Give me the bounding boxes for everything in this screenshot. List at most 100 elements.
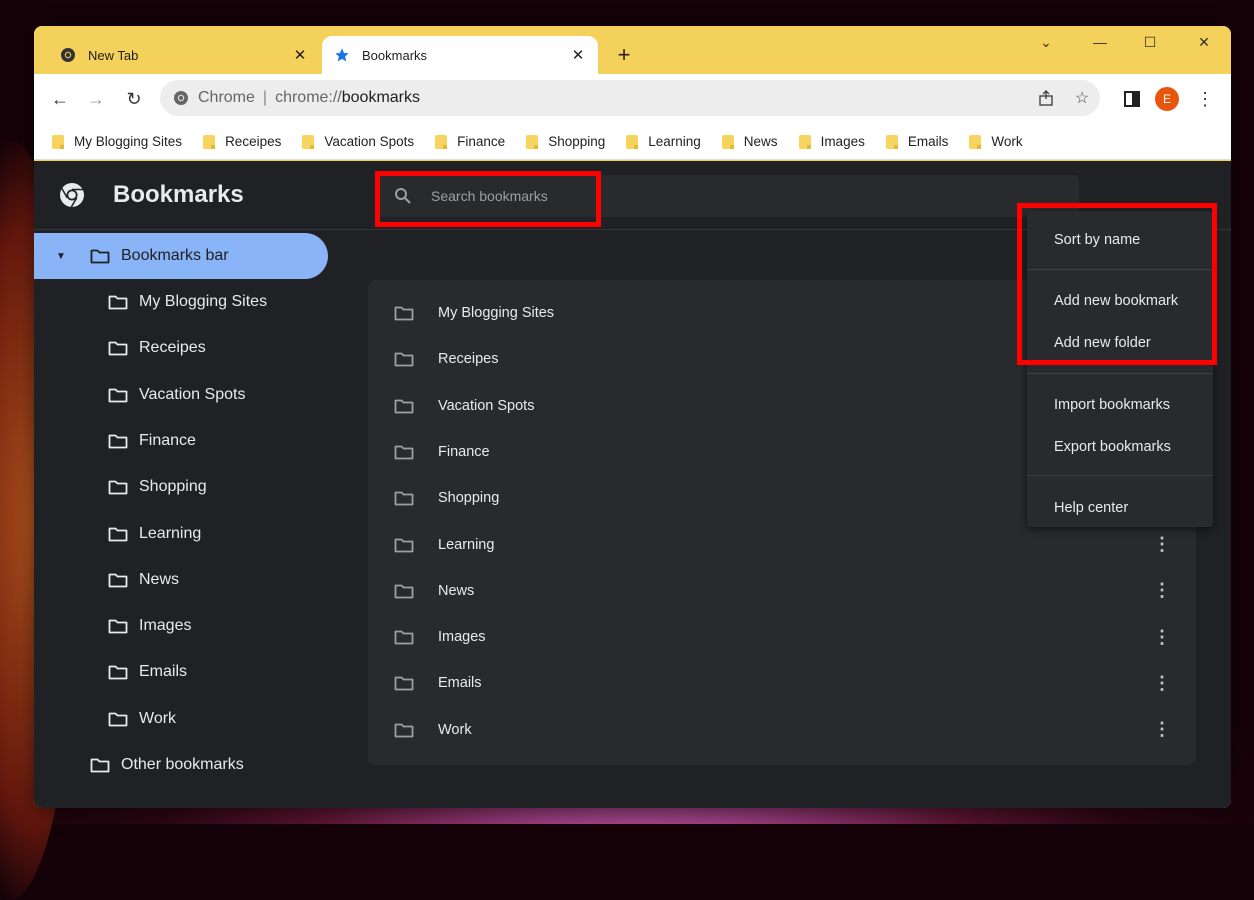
tab-search-dropdown-icon[interactable]: ⌄ (1032, 34, 1060, 58)
bookmark-bar-item-vacation-spots[interactable]: Vacation Spots (302, 134, 414, 149)
menu-item-help-center[interactable]: Help center (1027, 487, 1213, 529)
close-icon[interactable]: ✕ (568, 45, 588, 65)
sidebar-item-label: Shopping (139, 478, 207, 496)
sidebar-item-label: Emails (139, 663, 188, 681)
more-actions-icon[interactable]: ⋮ (1152, 719, 1172, 740)
address-bar[interactable]: Chrome | chrome://bookmarks ☆ (160, 80, 1100, 116)
chrome-icon (173, 90, 189, 106)
maximize-button[interactable]: ☐ (1136, 34, 1164, 58)
sidebar-item-label: Other bookmarks (121, 756, 244, 773)
back-arrow-icon[interactable]: ← (48, 87, 72, 111)
more-actions-icon[interactable]: ⋮ (1152, 534, 1172, 555)
sidebar-item-label: Vacation Spots (139, 385, 246, 403)
folder-icon (108, 340, 128, 356)
folder-icon (394, 629, 414, 645)
folder-icon (302, 134, 315, 149)
browser-toolbar: ← → ↻ Chrome | chrome://bookmarks ☆ E ⋮ (34, 74, 1231, 124)
omnibox-separator: | (262, 89, 268, 106)
bookmark-bar-item-label: Emails (907, 134, 949, 149)
sidebar-item-learning[interactable]: Learning (108, 511, 201, 557)
star-icon (334, 47, 350, 63)
reload-icon[interactable]: ↻ (122, 87, 146, 111)
bookmark-bar-item-news[interactable]: News (721, 134, 778, 149)
bookmarks-manager: Bookmarks ▼ Bookmarks bar My Blogging Site… (34, 161, 1231, 808)
folder-icon (526, 134, 539, 149)
sidebar-item-vacation-spots[interactable]: Vacation Spots (108, 372, 245, 418)
sidebar-item-receipes[interactable]: Receipes (108, 325, 206, 371)
caret-down-icon[interactable]: ▼ (56, 251, 68, 262)
folder-tree: ▼ Bookmarks bar My Blogging Sites Receipes V… (34, 231, 334, 808)
sidebar-item-shopping[interactable]: Shopping (108, 464, 207, 510)
bookmark-bar-item-receipes[interactable]: Receipes (203, 134, 281, 149)
folder-icon (108, 387, 128, 403)
sidebar-item-bookmarks-bar[interactable]: ▼ Bookmarks bar (34, 233, 328, 279)
sidebar-item-label: Receipes (139, 339, 206, 357)
folder-icon (394, 490, 414, 506)
folder-icon (52, 134, 64, 149)
menu-item-import-bookmarks[interactable]: Import bookmarks (1027, 384, 1213, 426)
sidebar-item-emails[interactable]: Emails (108, 649, 187, 695)
side-panel-icon[interactable] (1120, 87, 1144, 111)
bookmark-bar-item-finance[interactable]: Finance (435, 134, 505, 149)
minimize-button[interactable]: — (1086, 34, 1114, 58)
bookmark-bar-item-label: News (743, 134, 778, 149)
list-item-emails[interactable]: Emails ⋮ (368, 660, 1196, 706)
sidebar-item-label: Learning (139, 524, 202, 542)
sidebar-item-images[interactable]: Images (108, 603, 191, 649)
folder-icon (394, 305, 414, 321)
tab-strip: New Tab ✕ Bookmarks ✕ + ⌄ — ☐ ✕ (34, 26, 1231, 74)
bookmark-bar-item-label: Shopping (548, 134, 606, 149)
omnibox-origin: Chrome (198, 89, 255, 106)
sidebar-item-label: Images (139, 617, 192, 635)
menu-item-export-bookmarks[interactable]: Export bookmarks (1027, 426, 1213, 468)
folder-icon (798, 134, 811, 149)
bookmark-bar-item-shopping[interactable]: Shopping (526, 134, 605, 149)
sidebar-item-news[interactable]: News (108, 557, 179, 603)
menu-divider (1027, 373, 1213, 374)
tab-new-tab[interactable]: New Tab ✕ (48, 36, 320, 74)
bookmark-bar-item-images[interactable]: Images (798, 134, 865, 149)
bookmark-bar-item-work[interactable]: Work (969, 134, 1023, 149)
folder-icon (108, 618, 128, 634)
close-icon[interactable]: ✕ (290, 45, 310, 65)
list-item-label: Work (438, 721, 472, 738)
forward-arrow-icon[interactable]: → (84, 87, 108, 111)
bookmark-star-icon[interactable]: ☆ (1072, 88, 1092, 108)
folder-icon (108, 433, 128, 449)
bookmark-bar-item-label: My Blogging Sites (74, 134, 183, 149)
sidebar-item-other-bookmarks[interactable]: Other bookmarks (90, 742, 244, 788)
folder-icon (626, 134, 639, 149)
url-prefix: chrome:// (275, 89, 342, 106)
menu-divider (1027, 475, 1213, 476)
sidebar-item-finance[interactable]: Finance (108, 418, 196, 464)
tab-label: New Tab (88, 47, 139, 63)
list-item-news[interactable]: News ⋮ (368, 568, 1196, 614)
share-icon[interactable] (1036, 88, 1056, 108)
bookmark-bar-item-label: Work (991, 134, 1023, 149)
list-item-work[interactable]: Work ⋮ (368, 707, 1196, 753)
folder-icon (108, 711, 128, 727)
folder-icon (885, 134, 898, 149)
sidebar-item-my-blogging-sites[interactable]: My Blogging Sites (108, 279, 267, 325)
sidebar-item-label: News (139, 570, 180, 588)
list-item-label: Learning (438, 536, 495, 553)
folder-icon (90, 248, 110, 264)
bookmark-bar-item-label: Images (820, 134, 865, 149)
more-actions-icon[interactable]: ⋮ (1152, 673, 1172, 693)
kebab-menu-icon[interactable]: ⋮ (1193, 87, 1217, 111)
bookmark-bar-item-label: Receipes (225, 134, 282, 149)
folder-icon (394, 537, 414, 553)
profile-avatar[interactable]: E (1155, 87, 1179, 111)
new-tab-button[interactable]: + (612, 44, 636, 68)
tab-bookmarks[interactable]: Bookmarks ✕ (322, 36, 598, 74)
list-item-images[interactable]: Images ⋮ (368, 614, 1196, 660)
window-close-button[interactable]: ✕ (1190, 34, 1218, 58)
bookmark-bar-item-label: Finance (457, 134, 506, 149)
folder-icon (108, 664, 128, 680)
more-actions-icon[interactable]: ⋮ (1152, 627, 1172, 647)
more-actions-icon[interactable]: ⋮ (1152, 580, 1172, 601)
bookmark-bar-item-emails[interactable]: Emails (885, 134, 949, 149)
bookmark-bar-item-my-blogging-sites[interactable]: My Blogging Sites (52, 134, 182, 149)
sidebar-item-work[interactable]: Work (108, 696, 176, 742)
bookmark-bar-item-learning[interactable]: Learning (626, 134, 701, 149)
